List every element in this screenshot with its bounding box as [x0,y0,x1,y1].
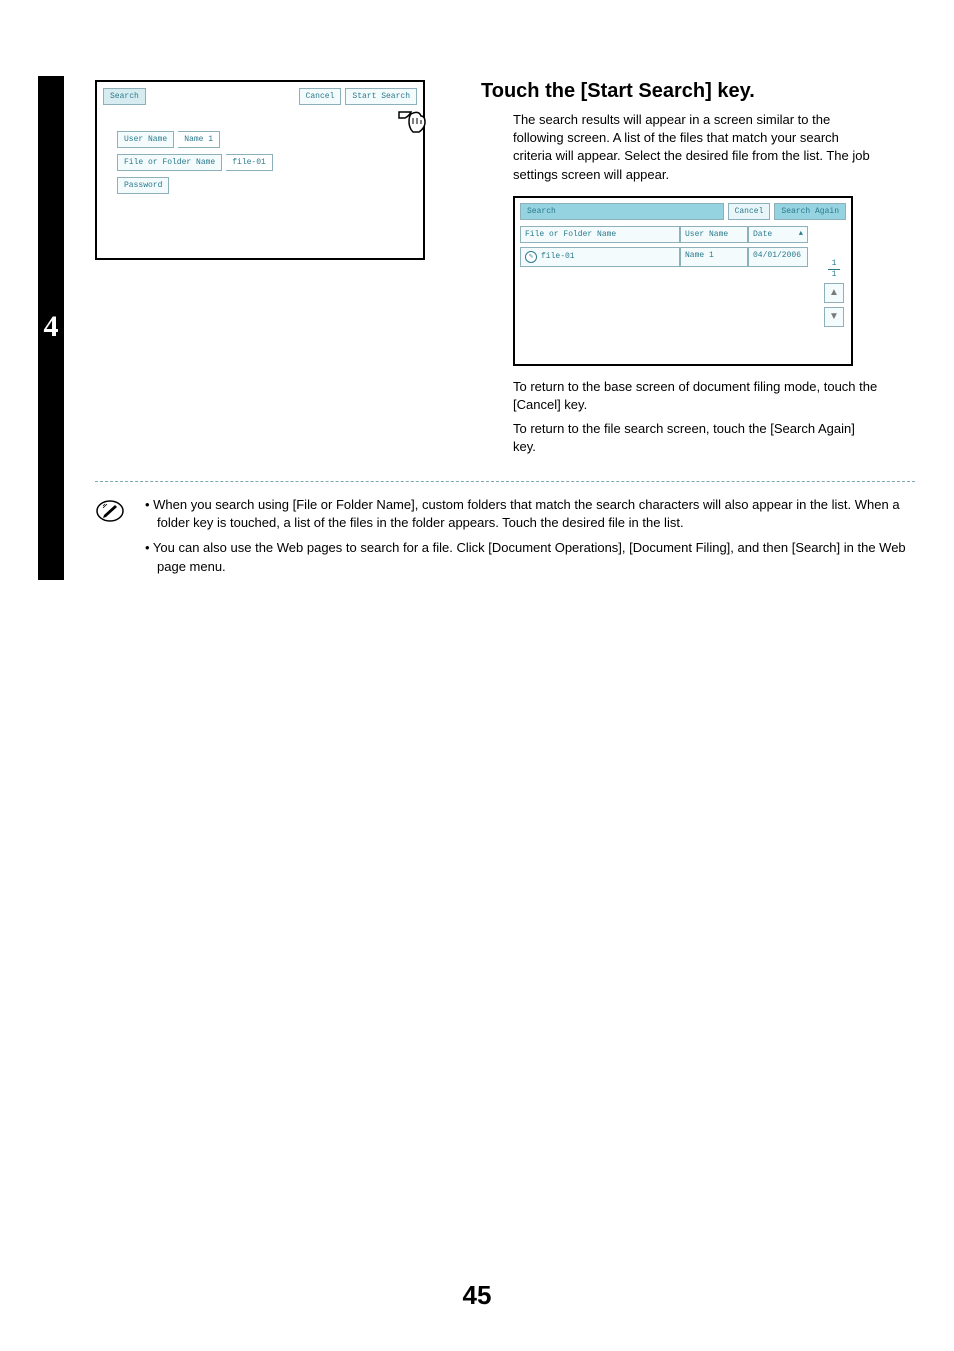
step-paragraph-2: To return to the base screen of document… [481,378,881,414]
page-number: 45 [0,1280,954,1311]
page-current: 1 [832,259,837,268]
dashed-separator [95,481,915,482]
touch-finger-icon [395,108,429,142]
document-icon: ✎ [525,251,537,263]
note-icon [95,496,125,526]
results-title: Search [520,203,724,220]
col-date[interactable]: Date ▲ [748,226,808,243]
file-folder-value: file-01 [226,154,273,171]
page-down-button[interactable]: ▼ [824,307,844,327]
page-up-button[interactable]: ▲ [824,283,844,303]
step-paragraph-3: To return to the file search screen, tou… [481,420,881,456]
col-date-label: Date [753,230,772,239]
row-file-cell[interactable]: ✎ file-01 [520,247,680,267]
arrow-up-icon: ▲ [829,287,839,298]
row-user-cell: Name 1 [680,247,748,267]
password-button[interactable]: Password [117,177,169,194]
results-cancel-button[interactable]: Cancel [728,203,771,220]
user-name-value: Name 1 [178,131,220,148]
page-content: Search Cancel Start Search User Name Nam… [95,80,915,583]
col-file-folder[interactable]: File or Folder Name [520,226,680,243]
step-heading: Touch the [Start Search] key. [481,80,881,103]
results-panel: Search Cancel Search Again File or Folde… [513,196,853,366]
search-panel: Search Cancel Start Search User Name Nam… [95,80,425,260]
search-again-button[interactable]: Search Again [774,203,846,220]
arrow-down-icon: ▼ [829,311,839,322]
start-search-button[interactable]: Start Search [345,88,417,105]
row-date-cell: 04/01/2006 [748,247,808,267]
note-bullet-2: • You can also use the Web pages to sear… [145,539,915,577]
row-file-value: file-01 [541,252,575,261]
step-number: 4 [38,310,64,344]
paging-control: 1 1 ▲ ▼ [823,260,845,331]
search-panel-title: Search [103,88,146,105]
user-name-button[interactable]: User Name [117,131,174,148]
page-total: 1 [832,270,837,279]
file-folder-name-button[interactable]: File or Folder Name [117,154,222,171]
cancel-button[interactable]: Cancel [299,88,342,105]
table-row[interactable]: ✎ file-01 Name 1 04/01/2006 [520,247,846,267]
sort-caret-icon: ▲ [799,230,803,238]
col-user-name[interactable]: User Name [680,226,748,243]
step-paragraph-1: The search results will appear in a scre… [481,111,881,184]
note-bullet-1: • When you search using [File or Folder … [145,496,915,534]
